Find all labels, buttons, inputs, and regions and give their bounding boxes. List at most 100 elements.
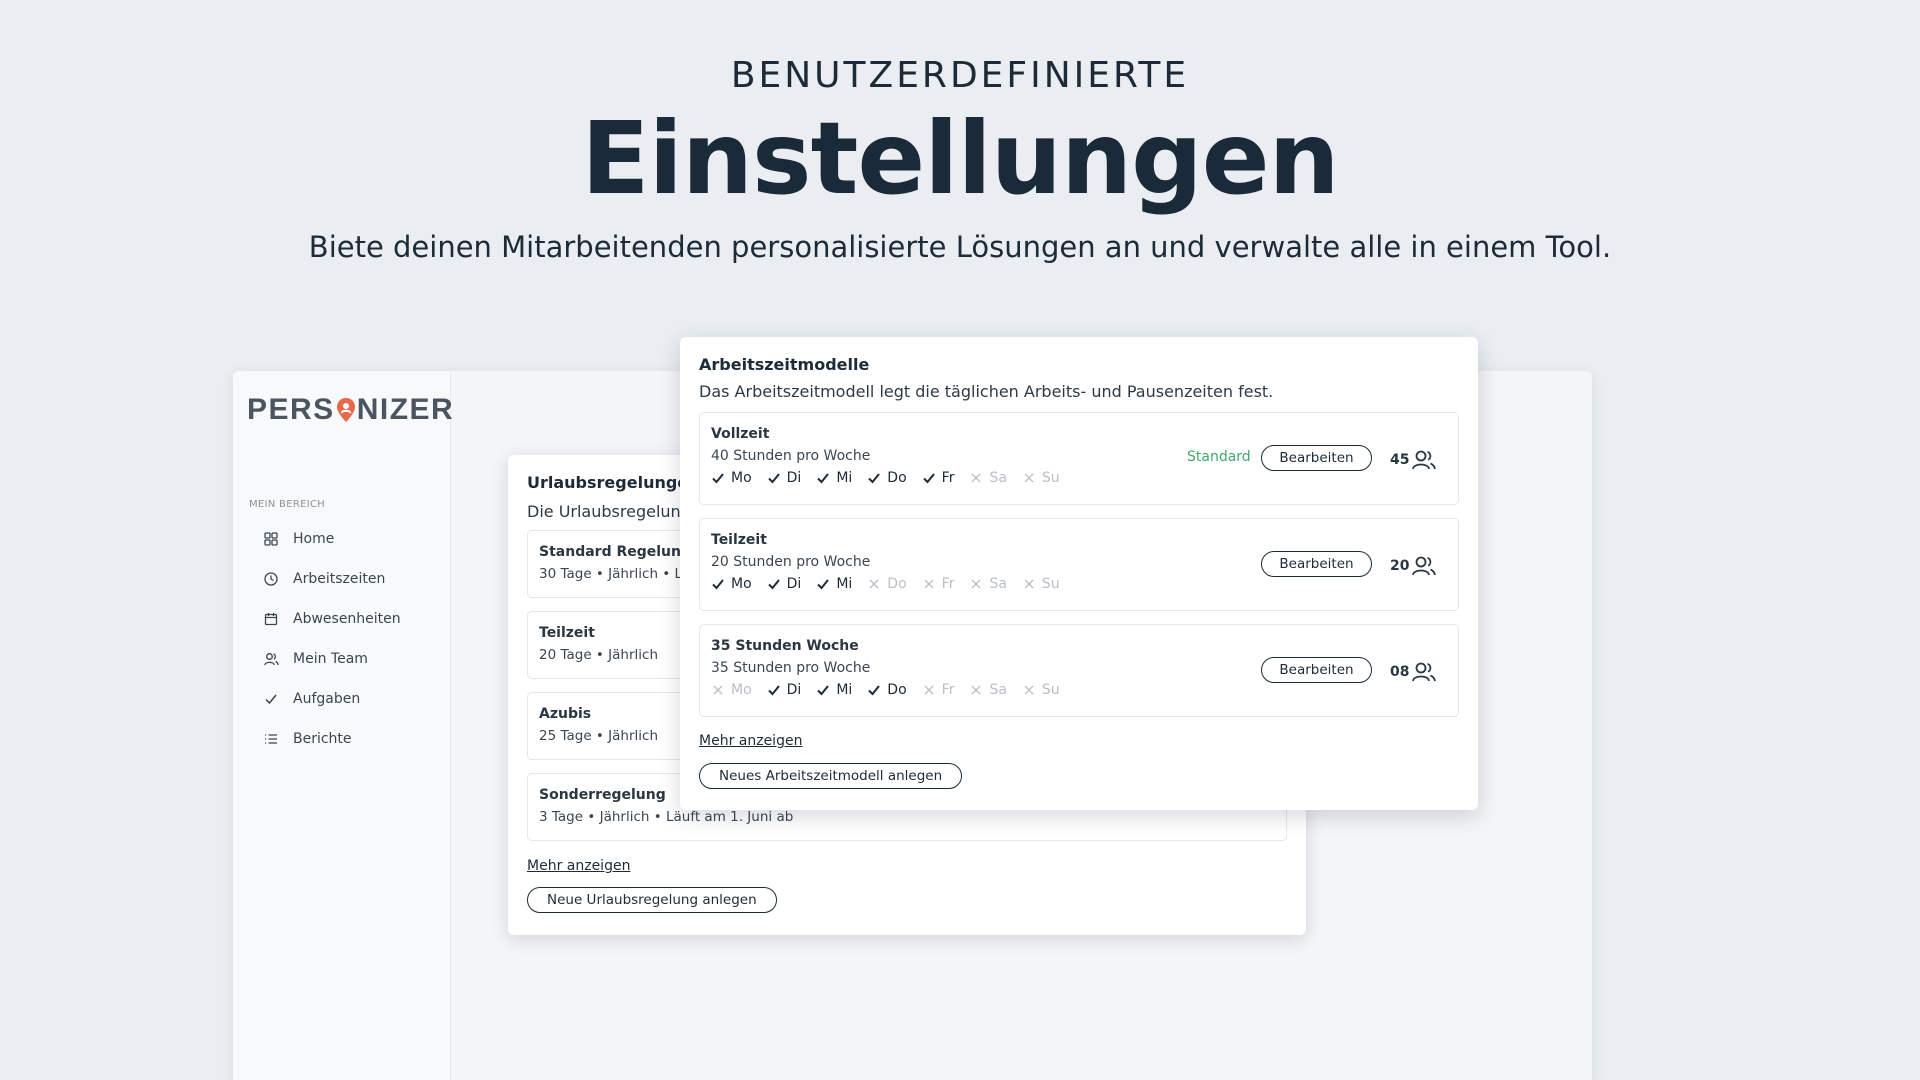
weekday-fr: Fr [922,576,954,592]
weekday-su: Su [1022,576,1060,592]
weekday-label: Su [1041,470,1060,486]
weekday-label: Di [786,682,802,698]
arbeitszeit-more-link[interactable]: Mehr anzeigen [699,733,802,749]
check-icon [263,691,279,707]
weekday-list: Mo Di Mi Do Fr Sa Su [711,576,1075,592]
member-count[interactable]: 08 [1390,661,1437,683]
row-name: 35 Stunden Woche [711,638,859,654]
cross-icon [1022,471,1036,485]
member-count-value: 45 [1390,452,1410,468]
check-icon [867,683,881,697]
weekday-label: Mo [731,682,752,698]
weekday-list: Mo Di Mi Do Fr Sa Su [711,682,1075,698]
team-icon [1411,555,1437,577]
cross-icon [969,471,983,485]
weekday-label: Sa [989,682,1007,698]
section-label: MEIN BEREICH [249,499,326,510]
edit-button[interactable]: Bearbeiten [1261,551,1372,577]
row-hours: 40 Stunden pro Woche [711,448,871,464]
row-name: Teilzeit [711,532,767,548]
cross-icon [922,683,936,697]
check-icon [816,471,830,485]
cross-icon [922,577,936,591]
cross-icon [969,683,983,697]
grid-icon [263,531,279,547]
new-urlaub-button[interactable]: Neue Urlaubsregelung anlegen [527,887,777,913]
sidebar-item-label: Home [293,531,335,547]
sidebar-item-aufgaben[interactable]: Aufgaben [263,679,401,719]
member-count[interactable]: 20 [1390,555,1437,577]
weekday-label: Di [786,470,802,486]
weekday-mi: Mi [816,576,852,592]
list-icon [263,731,279,747]
hero-title: Einstellungen [581,100,1339,217]
list-item[interactable]: Teilzeit 20 Stunden pro Woche Mo Di Mi Do Fr Sa… [699,518,1459,611]
team-icon [1411,449,1437,471]
arbeitszeit-title: Arbeitszeitmodelle [699,355,870,374]
cross-icon [1022,577,1036,591]
check-icon [767,471,781,485]
row-hours: 20 Stunden pro Woche [711,554,871,570]
edit-button[interactable]: Bearbeiten [1261,657,1372,683]
weekday-label: Fr [941,682,955,698]
weekday-fr: Fr [922,682,955,698]
weekday-label: Mo [731,470,752,486]
weekday-label: Do [887,576,907,592]
weekday-list: Mo Di Mi Do Fr Sa Su [711,470,1075,486]
team-icon [1411,661,1437,683]
weekday-label: Mi [836,576,853,592]
new-arbeitszeit-button[interactable]: Neues Arbeitszeitmodell anlegen [699,763,963,789]
weekday-su: Su [1022,682,1060,698]
urlaub-title: Urlaubsregelungen [527,473,700,492]
check-icon [816,577,830,591]
check-icon [767,577,781,591]
check-icon [922,471,936,485]
weekday-su: Su [1022,470,1060,486]
sidebar-item-arbeitszeiten[interactable]: Arbeitszeiten [263,559,401,599]
location-pin-icon [336,397,356,423]
weekday-label: Mo [731,576,752,592]
team-icon [263,651,279,667]
row-hours: 35 Stunden pro Woche [711,660,871,676]
sidebar-item-mein-team[interactable]: Mein Team [263,639,401,679]
weekday-label: Su [1041,576,1060,592]
weekday-mi: Mi [816,682,852,698]
weekday-mo: Mo [711,470,752,486]
weekday-mo: Mo [711,682,752,698]
check-icon [711,577,725,591]
list-item[interactable]: Vollzeit 40 Stunden pro Woche Mo Di Mi Do Fr Sa… [699,412,1459,505]
sidebar-item-abwesenheiten[interactable]: Abwesenheiten [263,599,401,639]
row-meta: 3 Tage • Jährlich • Läuft am 1. Juni ab [539,809,794,825]
row-name: Vollzeit [711,426,770,442]
weekday-do: Do [867,682,907,698]
weekday-di: Di [767,470,802,486]
sidebar-item-berichte[interactable]: Berichte [263,719,401,759]
list-item[interactable]: 35 Stunden Woche 35 Stunden pro Woche Mo Di… [699,624,1459,717]
check-icon [867,471,881,485]
weekday-sa: Sa [969,576,1007,592]
member-count[interactable]: 45 [1390,449,1437,471]
cross-icon [711,683,725,697]
weekday-do: Do [867,470,907,486]
urlaub-more-link[interactable]: Mehr anzeigen [527,858,630,874]
logo: PERS NIZER [247,393,454,427]
arbeitszeit-card: Arbeitszeitmodelle Das Arbeitszeitmodell… [680,337,1478,810]
sidebar-item-label: Aufgaben [293,691,361,707]
weekday-label: Sa [989,470,1007,486]
weekday-sa: Sa [969,470,1007,486]
member-count-value: 20 [1390,558,1410,574]
member-count-value: 08 [1390,664,1410,680]
sidebar-item-label: Arbeitszeiten [293,571,386,587]
weekday-di: Di [767,682,802,698]
hero-eyebrow: BENUTZERDEFINIERTE [730,55,1190,96]
weekday-mo: Mo [711,576,752,592]
check-icon [767,683,781,697]
cross-icon [1022,683,1036,697]
edit-button[interactable]: Bearbeiten [1261,445,1372,471]
weekday-label: Su [1041,682,1060,698]
logo-text-left: PERS [247,393,335,426]
clock-icon [263,571,279,587]
sidebar-item-home[interactable]: Home [263,519,401,559]
weekday-label: Do [887,682,907,698]
weekday-mi: Mi [816,470,852,486]
